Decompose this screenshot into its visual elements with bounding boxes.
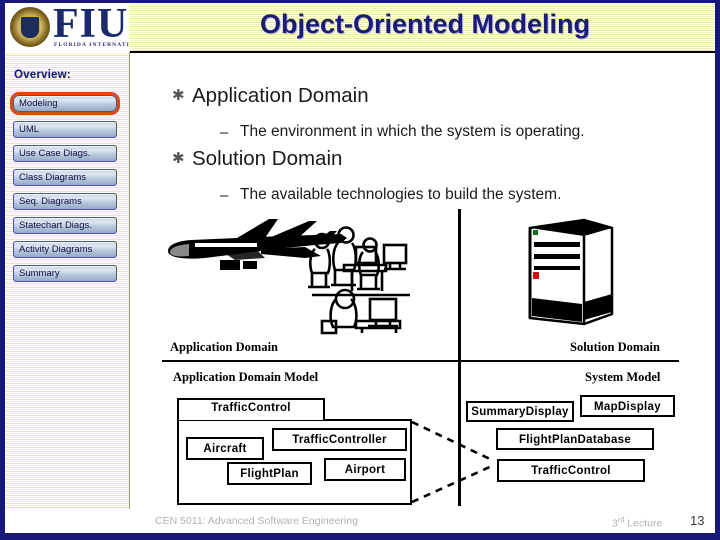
subbullet-solution-domain: The available technologies to build the … (240, 186, 562, 203)
en-dash-bullet-icon-2: – (220, 187, 229, 204)
footer-lecture-suffix: rd (617, 515, 625, 524)
package-tab-label: TrafficControl (211, 402, 291, 414)
sidebar-item-modeling[interactable]: Modeling (10, 92, 120, 115)
footer-page-number: 13 (690, 513, 705, 528)
fiu-seal-icon (10, 7, 50, 47)
label-solution-domain: Solution Domain (570, 340, 660, 354)
sidebar-item-uml[interactable]: UML (13, 121, 117, 138)
footer-course: CEN 5011: Advanced Software Engineering (155, 515, 358, 527)
label-application-domain: Application Domain (170, 340, 279, 354)
fiu-logo: FIU FLORIDA INTERNATIONAL UNIVERSITY (5, 3, 130, 52)
sidebar-heading: Overview: (14, 69, 71, 81)
bullet-application-domain: Application Domain (192, 84, 369, 107)
frame-bottom-border (0, 533, 720, 540)
uml-class-aircraft: Aircraft (186, 437, 264, 460)
uml-class-trafficcontrol-system: TrafficControl (497, 459, 645, 482)
uml-class-summarydisplay: SummaryDisplay (466, 401, 574, 422)
uml-class-airport: Airport (324, 458, 406, 481)
uml-class-trafficcontroller: TrafficController (272, 428, 407, 451)
fiu-wordmark: FIU (53, 3, 129, 47)
slide-canvas: Object-Oriented Modeling FIU FLORIDA INT… (0, 0, 720, 540)
header-divider-rule (130, 51, 715, 53)
subbullet-application-domain: The environment in which the system is o… (240, 123, 585, 140)
model-divider-rule (162, 360, 679, 362)
label-system-model: System Model (585, 370, 661, 384)
people-at-workstations-illustration (308, 226, 410, 335)
asterisk-bullet-icon-2: ✱ (172, 149, 185, 167)
uml-class-flightplandatabase: FlightPlanDatabase (496, 428, 654, 450)
footer-lecture-label: Lecture (627, 517, 663, 530)
label-application-domain-model: Application Domain Model (173, 370, 319, 384)
en-dash-bullet-icon: – (220, 124, 229, 141)
bullet-solution-domain: Solution Domain (192, 147, 343, 170)
sidebar-item-statechart-diags[interactable]: Statechart Diags. (13, 217, 117, 234)
asterisk-bullet-icon: ✱ (172, 86, 185, 104)
server-tower-illustration (528, 218, 614, 326)
sidebar-item-use-case-diags[interactable]: Use Case Diags. (13, 145, 117, 162)
sidebar-item-seq-diagrams[interactable]: Seq. Diagrams (13, 193, 117, 210)
uml-class-flightplan: FlightPlan (227, 462, 312, 485)
page-title: Object-Oriented Modeling (259, 9, 590, 39)
fiu-subtitle: FLORIDA INTERNATIONAL UNIVERSITY (54, 42, 130, 48)
uml-class-mapdisplay: MapDisplay (580, 395, 675, 417)
sidebar-item-class-diagrams[interactable]: Class Diagrams (13, 169, 117, 186)
sidebar-item-summary[interactable]: Summary (13, 265, 117, 282)
footer-lecture: 3rd Lecture (612, 515, 662, 530)
frame-right-border (715, 0, 720, 540)
sidebar-item-activity-diagrams[interactable]: Activity Diagrams (13, 241, 117, 258)
